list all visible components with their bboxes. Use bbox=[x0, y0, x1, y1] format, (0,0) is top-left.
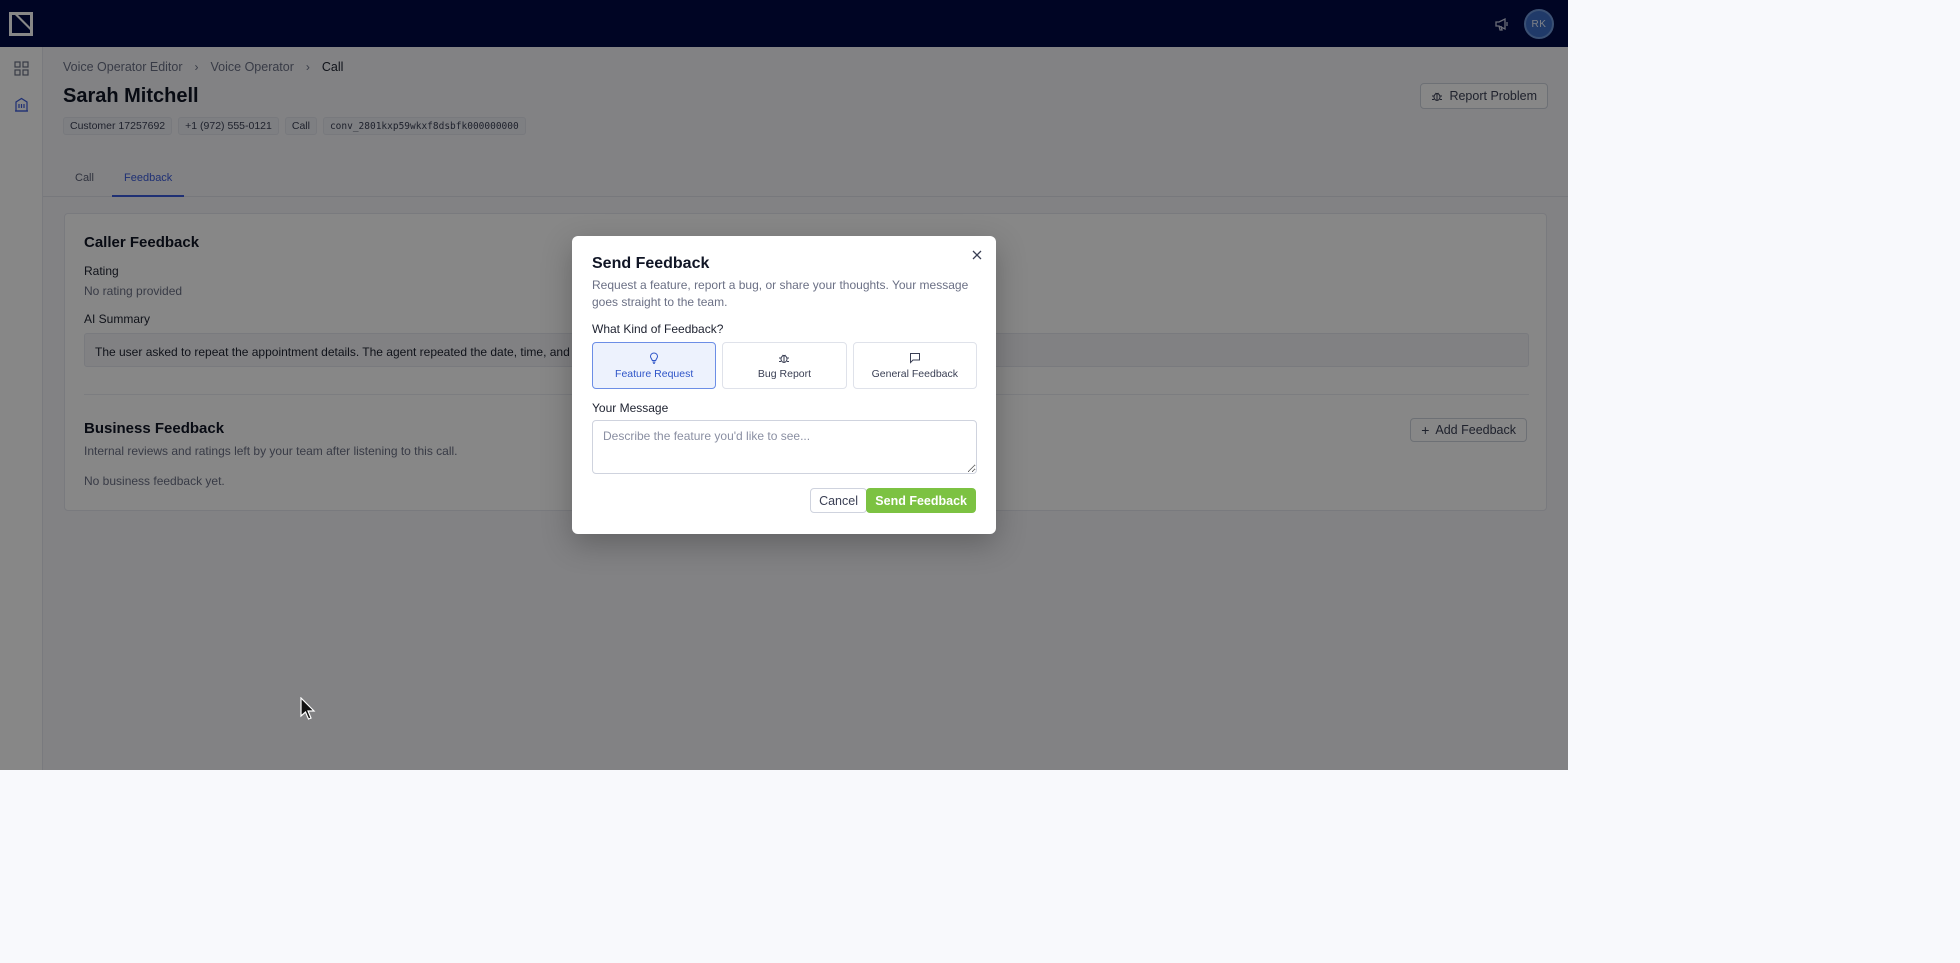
send-feedback-dialog: Send Feedback Request a feature, report … bbox=[572, 236, 996, 534]
bug-icon bbox=[777, 351, 791, 365]
cancel-button[interactable]: Cancel bbox=[810, 488, 867, 513]
send-feedback-button[interactable]: Send Feedback bbox=[866, 488, 976, 513]
close-icon[interactable] bbox=[970, 248, 984, 262]
app-window: RK Voice Operator Editor › Voice Operato… bbox=[0, 0, 1568, 770]
mouse-cursor-icon bbox=[300, 697, 316, 720]
lightbulb-icon bbox=[647, 351, 661, 365]
feedback-kind-label: What Kind of Feedback? bbox=[592, 322, 724, 336]
message-icon bbox=[908, 351, 922, 365]
option-feature-request[interactable]: Feature Request bbox=[592, 342, 717, 389]
option-general-feedback-label: General Feedback bbox=[871, 368, 959, 380]
dialog-description: Request a feature, report a bug, or shar… bbox=[592, 278, 969, 309]
option-general-feedback[interactable]: General Feedback bbox=[852, 342, 977, 389]
feedback-kind-options: Feature Request Bug Report General Feedb… bbox=[592, 342, 977, 389]
message-textarea[interactable] bbox=[592, 420, 977, 474]
option-bug-report[interactable]: Bug Report bbox=[722, 342, 847, 389]
message-label: Your Message bbox=[592, 401, 669, 415]
option-bug-report-label: Bug Report bbox=[757, 368, 812, 380]
option-feature-request-label: Feature Request bbox=[615, 368, 694, 380]
dialog-title: Send Feedback bbox=[592, 255, 710, 272]
